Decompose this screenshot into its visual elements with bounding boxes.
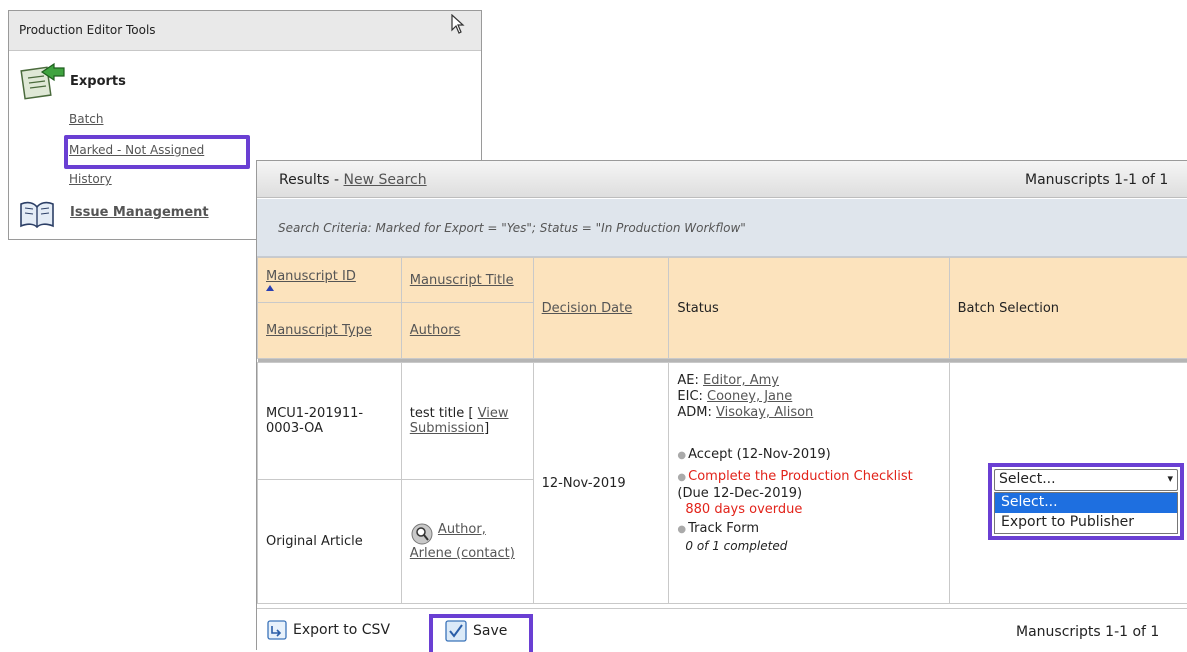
ae-link[interactable]: Editor, Amy	[703, 373, 779, 388]
col-manuscript-id[interactable]: Manuscript ID	[257, 257, 402, 303]
cell-manuscript-id: MCU1-201911-0003-OA	[257, 362, 402, 480]
history-link[interactable]: History	[69, 172, 112, 186]
authors-sort-link[interactable]: Authors	[410, 323, 461, 338]
batch-select-dropdown[interactable]: Select... ▾ Select... Export to Publisher	[988, 463, 1184, 540]
magnifier-icon[interactable]	[410, 522, 434, 546]
book-icon	[20, 201, 54, 229]
checkmark-icon	[445, 620, 467, 642]
save-button[interactable]: Save	[445, 620, 507, 642]
checklist-text: Complete the Production Checklist	[688, 469, 913, 484]
eic-label: EIC:	[677, 389, 708, 404]
decision-date-sort-link[interactable]: Decision Date	[542, 301, 633, 316]
eic-line: EIC: Cooney, Jane	[677, 389, 940, 405]
adm-label: ADM:	[677, 405, 717, 420]
bullet-icon: ●	[677, 472, 687, 483]
exports-icon	[20, 62, 65, 100]
accept-line: ● Accept (12-Nov-2019)	[677, 447, 940, 464]
batch-select-text: Select...	[999, 471, 1056, 487]
chevron-down-icon: ▾	[1167, 472, 1173, 485]
manuscript-type-sort-link[interactable]: Manuscript Type	[266, 323, 372, 338]
bullet-icon: ●	[677, 524, 687, 535]
adm-link[interactable]: Visokay, Alison	[716, 405, 813, 420]
cell-decision-date: 12-Nov-2019	[532, 362, 670, 604]
track-form-text: Track Form	[688, 521, 760, 536]
cell-authors: Author, Arlene (contact)	[400, 479, 534, 604]
results-panel: Results - New Search Manuscripts 1-1 of …	[256, 160, 1187, 652]
overdue-text: 880 days overdue	[685, 502, 803, 517]
results-table: Manuscript ID Manuscript Title Decision …	[257, 257, 1187, 604]
results-label: Results - New Search	[279, 172, 427, 188]
exports-title: Exports	[70, 74, 126, 89]
col-decision-date[interactable]: Decision Date	[532, 257, 670, 359]
panel-header: Production Editor Tools	[9, 11, 481, 51]
completed-text: 0 of 1 completed	[685, 539, 788, 553]
mouse-cursor-icon	[451, 14, 465, 34]
manuscript-title-sort-link[interactable]: Manuscript Title	[410, 273, 514, 288]
accept-text: Accept (12-Nov-2019)	[688, 447, 831, 462]
new-search-link[interactable]: New Search	[344, 172, 427, 188]
export-csv-label: Export to CSV	[293, 622, 391, 638]
col-status: Status	[668, 257, 950, 359]
checklist-line: ● Complete the Production Checklist (Due …	[677, 469, 940, 502]
cell-title: test title [ View Submission]	[400, 362, 534, 480]
option-export-to-publisher[interactable]: Export to Publisher	[995, 513, 1177, 533]
highlight-box	[64, 135, 250, 169]
ae-line: AE: Editor, Amy	[677, 373, 940, 389]
batch-select-value[interactable]: Select... ▾	[994, 469, 1178, 491]
results-header: Results - New Search Manuscripts 1-1 of …	[257, 161, 1187, 198]
col-manuscript-type[interactable]: Manuscript Type	[257, 302, 402, 359]
sort-up-icon	[266, 285, 274, 291]
eic-link[interactable]: Cooney, Jane	[707, 389, 792, 404]
save-label: Save	[473, 623, 508, 639]
results-footer: Export to CSV Save Manuscripts 1-1 of 1	[257, 608, 1187, 652]
title-bracket: ]	[484, 421, 490, 436]
results-count: Manuscripts 1-1 of 1	[1025, 172, 1169, 188]
cell-status: AE: Editor, Amy EIC: Cooney, Jane ADM: V…	[668, 362, 950, 604]
issue-management-link[interactable]: Issue Management	[70, 205, 209, 220]
option-select[interactable]: Select...	[995, 493, 1177, 513]
batch-select-options: Select... Export to Publisher	[988, 492, 1184, 540]
results-label-text: Results -	[279, 172, 344, 188]
due-text: (Due 12-Dec-2019)	[677, 486, 803, 501]
col-authors[interactable]: Authors	[400, 302, 534, 359]
batch-link[interactable]: Batch	[69, 112, 104, 126]
export-icon	[267, 620, 287, 640]
export-csv-button[interactable]: Export to CSV	[267, 620, 390, 640]
title-text: test title [	[409, 406, 478, 421]
manuscript-id-sort-link[interactable]: Manuscript ID	[266, 269, 356, 284]
cell-type: Original Article	[257, 479, 402, 604]
adm-line: ADM: Visokay, Alison	[677, 405, 940, 421]
ae-label: AE:	[677, 373, 704, 388]
col-batch-selection: Batch Selection	[948, 257, 1187, 359]
search-criteria: Search Criteria: Marked for Export = "Ye…	[257, 199, 1187, 257]
footer-count: Manuscripts 1-1 of 1	[1016, 624, 1160, 640]
track-form-line: ● Track Form	[677, 521, 940, 538]
bullet-icon: ●	[677, 450, 687, 461]
col-manuscript-title[interactable]: Manuscript Title	[400, 257, 534, 303]
